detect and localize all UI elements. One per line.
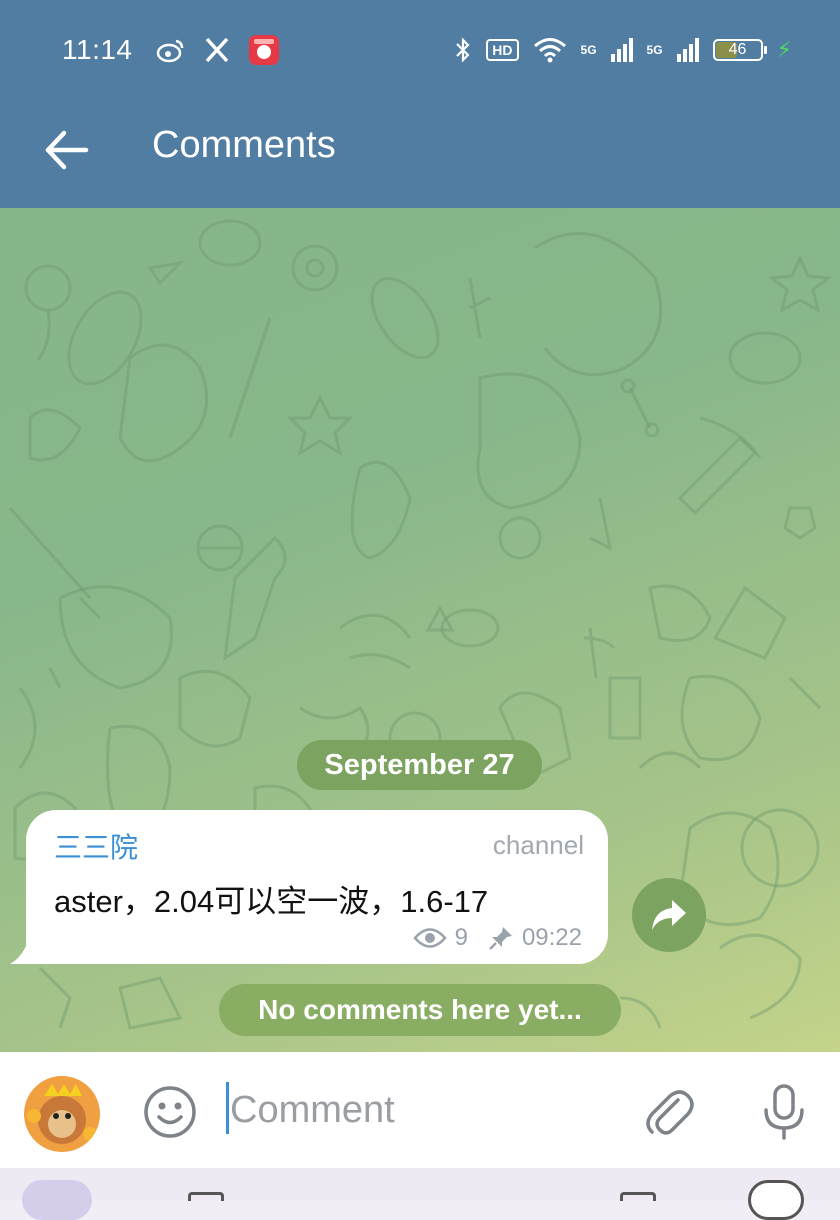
charging-icon: ⚡ [776, 37, 792, 62]
wifi-icon [533, 38, 566, 63]
smiley-icon[interactable] [142, 1084, 198, 1140]
message-bubble[interactable]: 三三院 channel aster，2.04可以空一波，1.6-17 9 09:… [26, 810, 608, 964]
message-time: 09:22 [521, 924, 582, 951]
nav-pill[interactable] [22, 1180, 92, 1220]
comment-input[interactable] [230, 1082, 610, 1138]
x-icon [205, 37, 229, 63]
battery-icon: 46 [712, 39, 767, 61]
back-button[interactable] [40, 122, 96, 178]
avatar[interactable] [24, 1076, 100, 1152]
signal-icon [676, 38, 699, 62]
status-time: 11:14 [62, 34, 133, 65]
input-bar [0, 1052, 840, 1168]
microphone-icon[interactable] [756, 1082, 812, 1142]
status-right-icons: HD 5G 5G 46 ⚡ [454, 36, 792, 64]
net-label-1: 5G [580, 43, 597, 57]
view-count: 9 [454, 924, 468, 951]
weibo-icon [156, 39, 184, 63]
message-tag: channel [492, 830, 584, 860]
page-title: Comments [152, 124, 336, 166]
arrow-left-icon [45, 130, 89, 170]
status-left-icons [156, 34, 280, 66]
header: Comments [0, 100, 840, 208]
message-text: aster，2.04可以空一波，1.6-17 [54, 884, 489, 919]
status-bar: 11:14 HD 5G 5G 46 ⚡ [0, 0, 840, 100]
battery-level: 46 [728, 41, 747, 58]
hd-badge: HD [486, 39, 519, 61]
paperclip-icon[interactable] [640, 1084, 696, 1140]
net-label-2: 5G [646, 43, 663, 57]
message-meta: 9 09:22 [412, 924, 582, 952]
signal-icon [610, 38, 633, 62]
bluetooth-icon [456, 37, 470, 63]
avatar-image [24, 1076, 100, 1152]
empty-state: No comments here yet... [219, 984, 621, 1036]
pin-icon [489, 927, 512, 950]
share-button[interactable] [632, 878, 706, 952]
text-caret [226, 1082, 229, 1134]
nav-button-circle[interactable] [748, 1180, 804, 1220]
share-arrow-icon [652, 900, 686, 930]
eye-icon [412, 928, 447, 948]
date-separator: September 27 [297, 740, 542, 790]
app-icon [249, 35, 279, 65]
chat-area[interactable]: September 27 三三院 channel aster，2.04可以空一波… [0, 208, 840, 1052]
navigation-bar [0, 1168, 840, 1220]
